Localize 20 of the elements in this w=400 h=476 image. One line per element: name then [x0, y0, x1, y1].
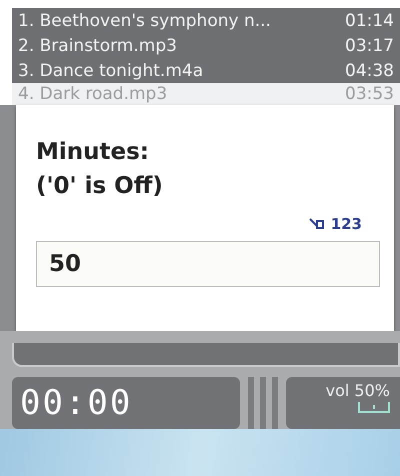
track-title: 3. Dance tonight.m4a: [18, 60, 204, 80]
track-duration: 04:38: [345, 60, 394, 80]
track-duration: 03:53: [345, 84, 394, 104]
track-row[interactable]: 1. Beethoven's symphony n... 01:14: [12, 8, 400, 33]
prompt-text: ('0' is Off): [36, 172, 164, 201]
pen-icon: [308, 218, 327, 230]
input-field[interactable]: 50: [36, 241, 380, 287]
time-display: 00:00: [12, 377, 240, 429]
input-mode-indicator: 123: [330, 215, 362, 233]
track-title: 4. Dark road.mp3: [18, 84, 168, 104]
track-duration: 03:17: [345, 36, 394, 56]
volume-level-icon: [358, 400, 390, 414]
track-row[interactable]: 2. Brainstorm.mp3 03:17: [12, 33, 400, 58]
track-row[interactable]: 4. Dark road.mp3 03:53: [12, 83, 400, 105]
track-duration: 01:14: [345, 10, 394, 30]
volume-label: vol 50%: [326, 381, 390, 400]
prompt-text: Minutes:: [36, 138, 150, 167]
track-title: 1. Beethoven's symphony n...: [18, 10, 271, 30]
track-title: 2. Brainstorm.mp3: [18, 36, 177, 56]
track-row[interactable]: 3. Dance tonight.m4a 04:38: [12, 58, 400, 83]
